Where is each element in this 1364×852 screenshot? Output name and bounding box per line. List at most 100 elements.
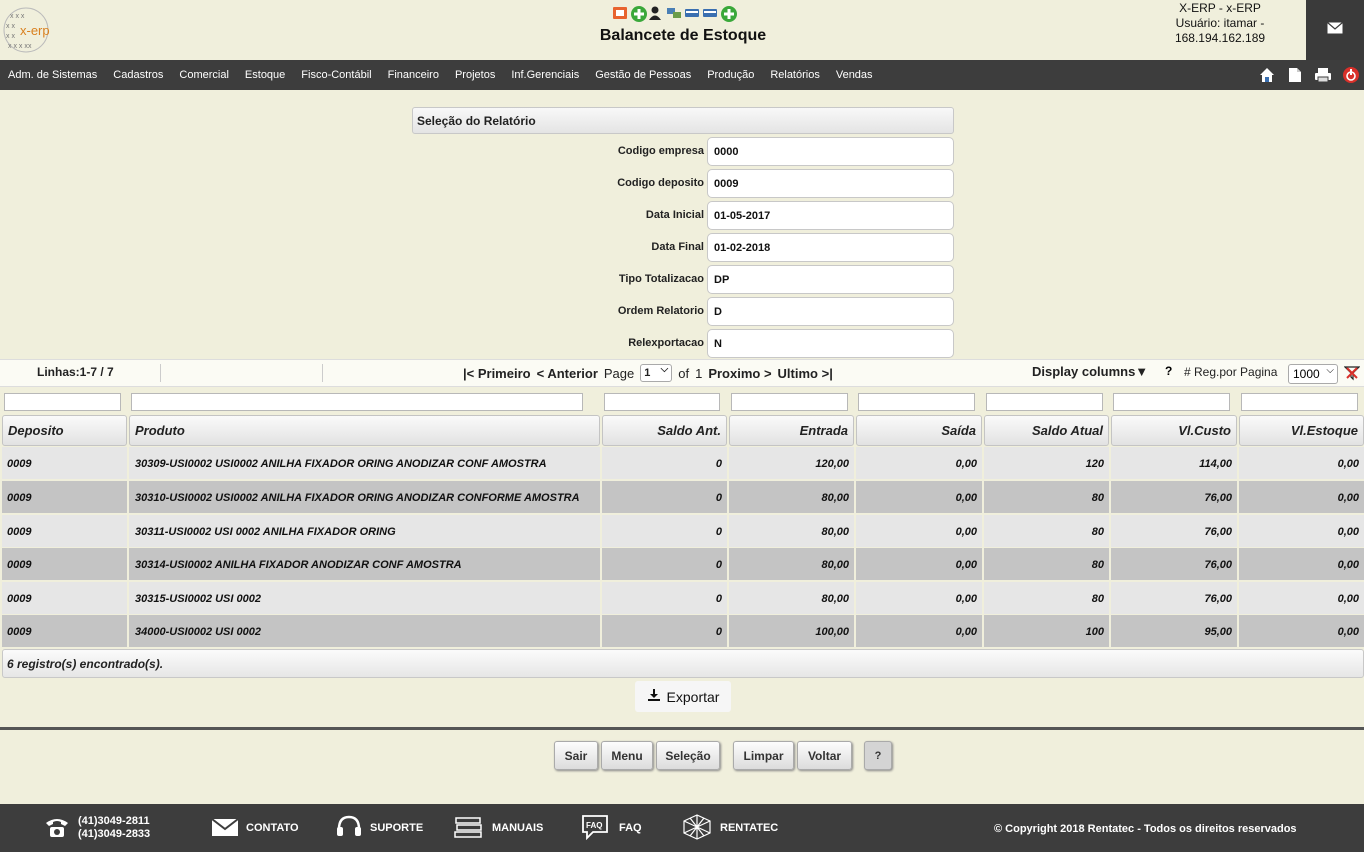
table-row[interactable]: 0009 34000-USI0002 USI 0002 0 100,00 0,0… [2,615,1364,648]
home-icon[interactable] [1257,65,1276,84]
network-icon[interactable] [666,5,682,21]
rentatec-label: RENTATEC [720,822,779,834]
cell-produto: 30315-USI0002 USI 0002 [129,582,602,614]
cell-vl-custo: 95,00 [1111,615,1239,647]
page-select[interactable]: 1 [640,364,673,382]
label-relexportacao: Relexportacao [628,337,704,349]
footer-contato[interactable]: CONTATO [211,804,299,852]
cell-saida: 0,00 [856,515,984,547]
download-icon [647,688,661,705]
menu-button[interactable]: Menu [601,741,653,770]
cell-saldo-atual: 80 [984,515,1111,547]
menu-projetos[interactable]: Projetos [455,69,495,81]
col-header-entrada[interactable]: Entrada [729,415,854,446]
clear-filter-icon[interactable] [1343,365,1361,386]
relexportacao-input[interactable] [707,329,954,358]
filter-saldo-ant-input[interactable] [604,393,720,411]
records-per-page-select[interactable]: 1000 [1288,364,1338,384]
cell-saida: 0,00 [856,582,984,614]
page-label: Page [603,365,635,381]
menu-vendas[interactable]: Vendas [836,69,873,81]
document-icon[interactable] [1285,65,1304,84]
cell-deposito: 0009 [2,615,129,647]
printer-icon[interactable] [1313,65,1332,84]
svg-text:x x x x: x x x x [8,43,28,50]
previous-page-link[interactable]: < Anterior [537,366,598,381]
footer-suporte[interactable]: SUPORTE [336,804,423,852]
menu-producao[interactable]: Produção [707,69,754,81]
data-inicial-input[interactable] [707,201,954,230]
col-header-saldo-ant[interactable]: Saldo Ant. [602,415,727,446]
divider [322,364,323,382]
selecao-button[interactable]: Seleção [656,741,720,770]
footer-faq[interactable]: FAQ FAQ [581,804,642,852]
cell-deposito: 0009 [2,481,129,513]
export-button[interactable]: Exportar [635,681,731,712]
add-icon[interactable] [720,5,737,22]
footer-manuais[interactable]: MANUAIS [454,804,543,852]
headset-icon [336,815,362,842]
pager-help-button[interactable]: ? [1165,364,1172,378]
menu-estoque[interactable]: Estoque [245,69,285,81]
table-row[interactable]: 0009 30315-USI0002 USI 0002 0 80,00 0,00… [2,582,1364,615]
last-page-link[interactable]: Ultimo >| [778,366,833,381]
power-icon[interactable] [1341,65,1360,84]
menu-gestao-pessoas[interactable]: Gestão de Pessoas [595,69,691,81]
header: x x x x x x x x x x x x x-erp Balancete … [0,0,1364,60]
cell-vl-custo: 76,00 [1111,582,1239,614]
table-row[interactable]: 0009 30309-USI0002 USI0002 ANILHA FIXADO… [2,447,1364,480]
voltar-button[interactable]: Voltar [797,741,852,770]
col-header-vl-custo[interactable]: Vl.Custo [1111,415,1237,446]
menu-adm-sistemas[interactable]: Adm. de Sistemas [8,69,97,81]
filter-vl-estoque-input[interactable] [1241,393,1358,411]
footer-rentatec[interactable]: RENTATEC [682,804,778,852]
codigo-deposito-input[interactable] [707,169,954,198]
svg-text:x: x [28,43,32,50]
label-codigo-empresa: Codigo empresa [617,145,704,157]
data-final-input[interactable] [707,233,954,262]
codigo-empresa-input[interactable] [707,137,954,166]
help-button[interactable]: ? [864,741,892,770]
menu-comercial[interactable]: Comercial [179,69,229,81]
messages-button[interactable] [1306,0,1364,60]
table-row[interactable]: 0009 30314-USI0002 ANILHA FIXADOR ANODIZ… [2,548,1364,581]
cell-entrada: 120,00 [729,447,856,479]
first-page-link[interactable]: |< Primeiro [463,366,531,381]
cell-saldo-atual: 100 [984,615,1111,647]
filter-vl-custo-input[interactable] [1113,393,1230,411]
tipo-totalizacao-input[interactable] [707,265,954,294]
filter-produto-input[interactable] [131,393,583,411]
add-icon[interactable] [630,5,647,22]
svg-text:FAQ: FAQ [586,821,602,830]
display-columns-dropdown[interactable]: Display columns▼ [1032,364,1148,379]
suporte-label: SUPORTE [370,822,424,834]
sair-button[interactable]: Sair [554,741,598,770]
next-page-link[interactable]: Proximo > [708,366,771,381]
col-header-produto[interactable]: Produto [129,415,600,446]
menu-cadastros[interactable]: Cadastros [113,69,163,81]
cell-saldo-ant: 0 [602,481,729,513]
table-row[interactable]: 0009 30310-USI0002 USI0002 ANILHA FIXADO… [2,481,1364,514]
ordem-relatorio-input[interactable] [707,297,954,326]
col-header-saida[interactable]: Saída [856,415,982,446]
filter-entrada-input[interactable] [731,393,848,411]
card-icon[interactable] [684,5,700,21]
menu-financeiro[interactable]: Financeiro [388,69,439,81]
col-header-deposito[interactable]: Deposito [2,415,127,446]
filter-saldo-atual-input[interactable] [986,393,1103,411]
col-header-saldo-atual[interactable]: Saldo Atual [984,415,1109,446]
col-header-vl-estoque[interactable]: Vl.Estoque [1239,415,1364,446]
filter-deposito-input[interactable] [4,393,121,411]
filter-saida-input[interactable] [858,393,975,411]
table-row[interactable]: 0009 30311-USI0002 USI 0002 ANILHA FIXAD… [2,515,1364,548]
menu-relatorios[interactable]: Relatórios [770,69,820,81]
users-icon[interactable] [648,5,664,21]
xerp-logo[interactable]: x x x x x x x x x x x x x-erp [2,4,62,56]
menu-fisco-contabil[interactable]: Fisco-Contábil [301,69,371,81]
svg-text:x x: x x [6,23,15,30]
cell-produto: 34000-USI0002 USI 0002 [129,615,602,647]
office-icon[interactable] [612,5,628,21]
limpar-button[interactable]: Limpar [733,741,794,770]
menu-inf-gerenciais[interactable]: Inf.Gerenciais [511,69,579,81]
card-icon[interactable] [702,5,718,21]
